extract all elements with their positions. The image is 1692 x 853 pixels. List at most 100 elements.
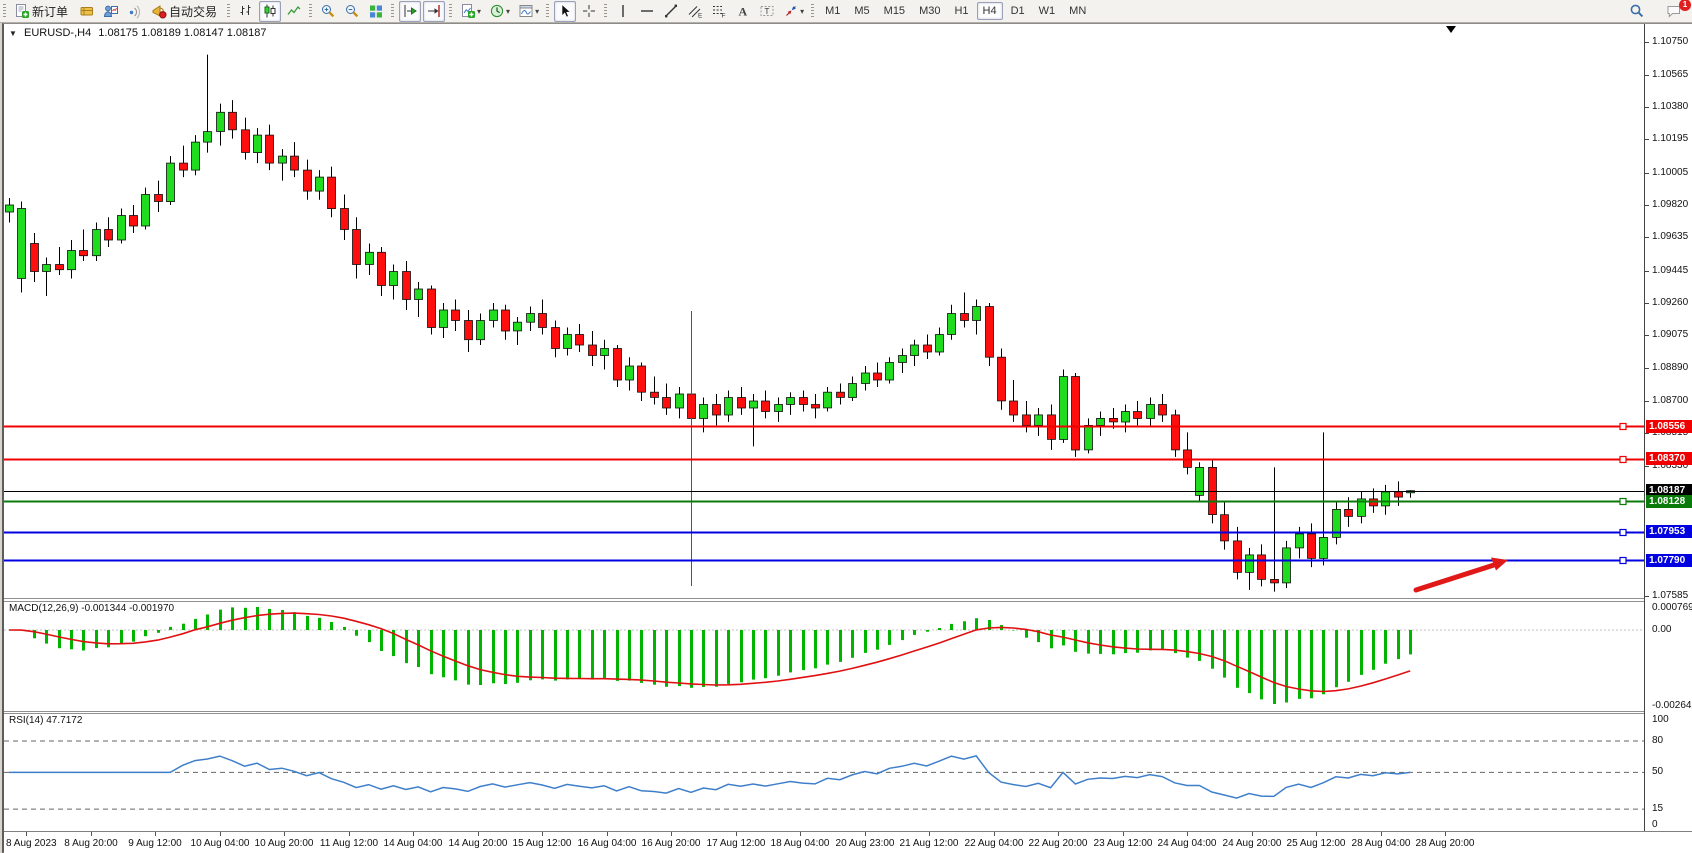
candlestick-chart-button[interactable]	[259, 1, 281, 22]
auto-scroll-button[interactable]	[399, 1, 421, 22]
candle-body	[812, 405, 820, 409]
candle-body	[936, 335, 944, 353]
time-tick-label: 11 Aug 12:00	[320, 838, 378, 849]
main-price-chart[interactable]	[4, 24, 1644, 598]
horizontal-line-button[interactable]	[636, 1, 658, 22]
time-axis[interactable]: 8 Aug 20238 Aug 20:009 Aug 12:0010 Aug 0…	[4, 831, 1692, 853]
time-tick-label: 9 Aug 12:00	[128, 838, 181, 849]
line-handle[interactable]	[1620, 424, 1626, 430]
panel-splitter[interactable]	[4, 711, 1692, 712]
chevron-down-icon[interactable]: ▾	[535, 7, 539, 16]
chart-shift-button[interactable]	[423, 1, 445, 22]
candle-body	[1122, 412, 1130, 423]
panel-splitter[interactable]	[4, 713, 1692, 714]
chevron-down-icon[interactable]: ▼	[9, 29, 17, 38]
toolbar-group-zoom	[306, 0, 388, 22]
chart-shift-marker[interactable]	[1446, 26, 1456, 33]
templates-button[interactable]: ▾	[515, 1, 542, 22]
toolbar-grip[interactable]	[227, 4, 230, 18]
candle-body	[1085, 425, 1093, 450]
indicators-button[interactable]: ▾	[457, 1, 484, 22]
timeframe-h1-button[interactable]: H1	[948, 2, 974, 20]
svg-text:T: T	[765, 7, 770, 16]
rsi-panel[interactable]	[4, 714, 1644, 831]
notifications-button[interactable]: 1	[1663, 1, 1685, 22]
macd-panel[interactable]	[4, 602, 1644, 712]
price-axis[interactable]: 1.107501.105651.103801.101951.100051.098…	[1644, 24, 1692, 831]
candle-body	[824, 392, 832, 408]
text-label-button[interactable]: T	[756, 1, 778, 22]
toolbar-grip[interactable]	[449, 4, 452, 18]
tile-windows-button[interactable]	[365, 1, 387, 22]
time-tick-label: 18 Aug 04:00	[771, 838, 830, 849]
svg-text:A: A	[739, 5, 748, 19]
time-tick-label: 28 Aug 04:00	[1352, 838, 1411, 849]
toolbar-grip[interactable]	[546, 4, 549, 18]
toolbar-grip[interactable]	[3, 4, 6, 18]
line-handle[interactable]	[1620, 499, 1626, 505]
panel-splitter[interactable]	[4, 601, 1692, 602]
price-tick	[1645, 335, 1649, 336]
signals-button[interactable]	[124, 1, 146, 22]
candle-body	[886, 363, 894, 381]
timeframe-m30-button[interactable]: M30	[913, 2, 946, 20]
data-window-button[interactable]	[100, 1, 122, 22]
toolbar-grip[interactable]	[309, 4, 312, 18]
line-chart-button[interactable]	[283, 1, 305, 22]
chevron-down-icon[interactable]: ▾	[477, 7, 481, 16]
zoom-out-button[interactable]	[341, 1, 363, 22]
timeframe-mn-button[interactable]: MN	[1063, 2, 1092, 20]
chevron-down-icon[interactable]: ▾	[506, 7, 510, 16]
time-tick	[1252, 832, 1253, 836]
periods-button[interactable]: ▾	[486, 1, 513, 22]
time-tick	[413, 832, 414, 836]
new-order-button[interactable]: 新订单	[11, 1, 74, 22]
toolbar-grip[interactable]	[391, 4, 394, 18]
line-handle[interactable]	[1620, 530, 1626, 536]
line-handle[interactable]	[1620, 457, 1626, 463]
red-arrow-annotation[interactable]	[1416, 558, 1508, 591]
cursor-button[interactable]	[554, 1, 576, 22]
equidistant-channel-button[interactable]: E	[684, 1, 706, 22]
market-watch-button[interactable]	[76, 1, 98, 22]
crosshair-button[interactable]	[578, 1, 600, 22]
chart-shift-icon	[426, 3, 442, 19]
time-tick	[1445, 832, 1446, 836]
chevron-down-icon[interactable]: ▾	[800, 7, 804, 16]
zoom-in-button[interactable]	[317, 1, 339, 22]
timeframe-d1-button[interactable]: D1	[1005, 2, 1031, 20]
candle-body	[837, 392, 845, 397]
timeframe-m5-button[interactable]: M5	[848, 2, 875, 20]
timeframe-m15-button[interactable]: M15	[878, 2, 911, 20]
rsi-axis-label: 80	[1652, 735, 1663, 746]
panel-splitter[interactable]	[4, 598, 1692, 599]
text-button[interactable]: A	[732, 1, 754, 22]
candle-body	[130, 216, 138, 227]
toolbar-grip[interactable]	[604, 4, 607, 18]
price-tick	[1645, 75, 1649, 76]
vertical-line-button[interactable]	[612, 1, 634, 22]
fibonacci-button[interactable]: F	[708, 1, 730, 22]
candle-body	[304, 170, 312, 191]
candle-body	[1234, 541, 1242, 573]
autotrading-button[interactable]: 自动交易	[148, 1, 223, 22]
search-icon	[1629, 3, 1645, 19]
timeframe-m1-button[interactable]: M1	[819, 2, 846, 20]
search-button[interactable]	[1626, 1, 1648, 22]
line-price-badge: 1.07790	[1646, 554, 1692, 567]
candlestick-icon	[262, 3, 278, 19]
time-tick	[1381, 832, 1382, 836]
bar-chart-button[interactable]	[235, 1, 257, 22]
candle-body	[403, 272, 411, 300]
timeframe-h4-button[interactable]: H4	[977, 2, 1003, 20]
line-handle[interactable]	[1620, 558, 1626, 564]
price-tick	[1645, 303, 1649, 304]
candle-body	[105, 230, 113, 241]
time-tick-label: 8 Aug 20:00	[64, 838, 117, 849]
text-icon: A	[735, 3, 751, 19]
toolbar-grip[interactable]	[811, 4, 814, 18]
arrows-button[interactable]: ▾	[780, 1, 807, 22]
timeframe-w1-button[interactable]: W1	[1033, 2, 1062, 20]
time-tick-label: 15 Aug 12:00	[513, 838, 572, 849]
trendline-button[interactable]	[660, 1, 682, 22]
